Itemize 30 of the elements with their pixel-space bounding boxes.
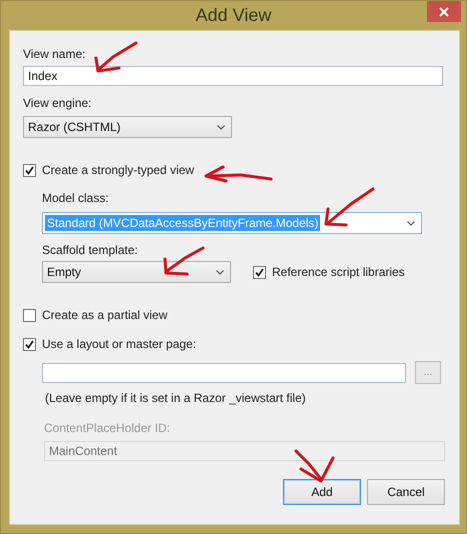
checkbox[interactable] <box>23 164 36 176</box>
checkbox-label: Create a strongly-typed view <box>42 163 194 177</box>
checkbox-label: Reference script libraries <box>272 265 405 279</box>
chevron-icon <box>407 220 415 226</box>
checkbox[interactable] <box>253 266 266 278</box>
checkbox-label: Use a layout or master page: <box>42 337 196 351</box>
view-engine-dropdown[interactable]: Razor (CSHTML) <box>23 116 232 138</box>
field-label: Model class: <box>42 191 110 205</box>
arrow-annotation <box>94 41 138 73</box>
dialog-button[interactable]: Cancel <box>367 479 445 505</box>
hint-text: (Leave empty if it is set in a Razor _viewstart file) <box>45 391 306 405</box>
field-label: View engine: <box>23 96 92 110</box>
checkbox[interactable] <box>23 338 36 350</box>
checkbox[interactable] <box>23 308 36 322</box>
field-label: View name: <box>23 47 86 61</box>
close-button[interactable] <box>427 1 461 22</box>
view-name-field[interactable]: Index <box>23 66 443 86</box>
checkbox-label: Create as a partial view <box>42 308 168 322</box>
arrow-annotation <box>324 187 375 227</box>
chevron-icon <box>217 124 225 130</box>
field-label: ContentPlaceHolder ID: <box>44 421 172 435</box>
arrow-annotation <box>204 165 273 183</box>
chevron-icon <box>216 270 224 274</box>
close-icon <box>439 6 449 16</box>
layout-path-field[interactable] <box>42 362 406 382</box>
window-title: Add View <box>196 5 272 26</box>
scaffold-template-dropdown[interactable]: Empty <box>42 261 231 283</box>
dialog-button[interactable]: Add <box>283 479 361 505</box>
arrow-annotation <box>163 246 205 276</box>
field-label: Scaffold template: <box>42 243 139 257</box>
